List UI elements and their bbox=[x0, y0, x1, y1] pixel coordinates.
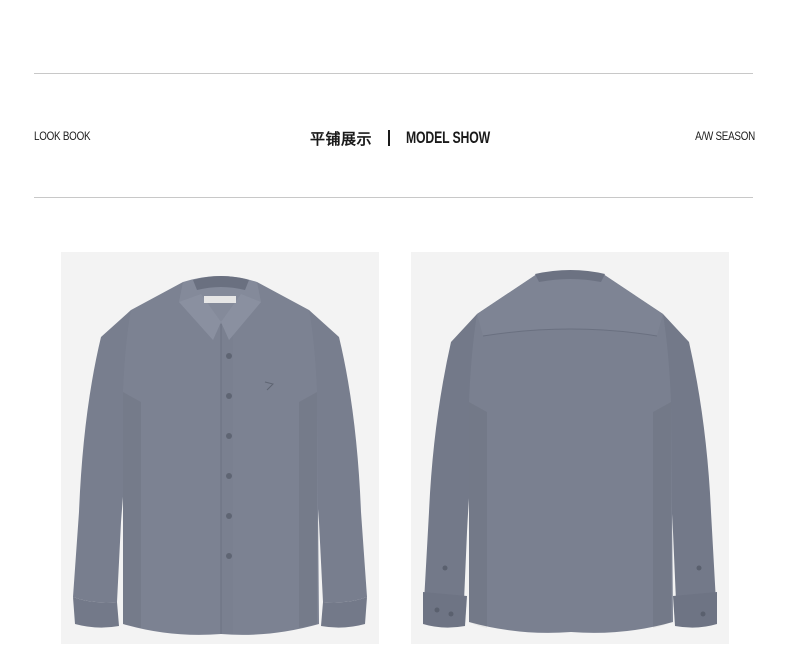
look-book-label: LOOK BOOK bbox=[34, 129, 91, 143]
title-separator bbox=[388, 130, 391, 146]
shirt-back-image bbox=[411, 252, 729, 644]
bottom-divider bbox=[34, 197, 753, 198]
shirt-front-illustration bbox=[73, 276, 367, 635]
section-title: 平铺展示 MODEL SHOW bbox=[310, 124, 523, 152]
section-title-cn: 平铺展示 bbox=[310, 129, 373, 148]
section-title-en: MODEL SHOW bbox=[406, 128, 491, 147]
shirt-front-image bbox=[61, 252, 379, 644]
lookbook-header: LOOK BOOK 平铺展示 MODEL SHOW A/W SEASON bbox=[34, 124, 755, 152]
top-divider bbox=[34, 73, 753, 74]
season-label: A/W SEASON bbox=[695, 129, 755, 143]
shirt-back-illustration bbox=[423, 270, 717, 633]
